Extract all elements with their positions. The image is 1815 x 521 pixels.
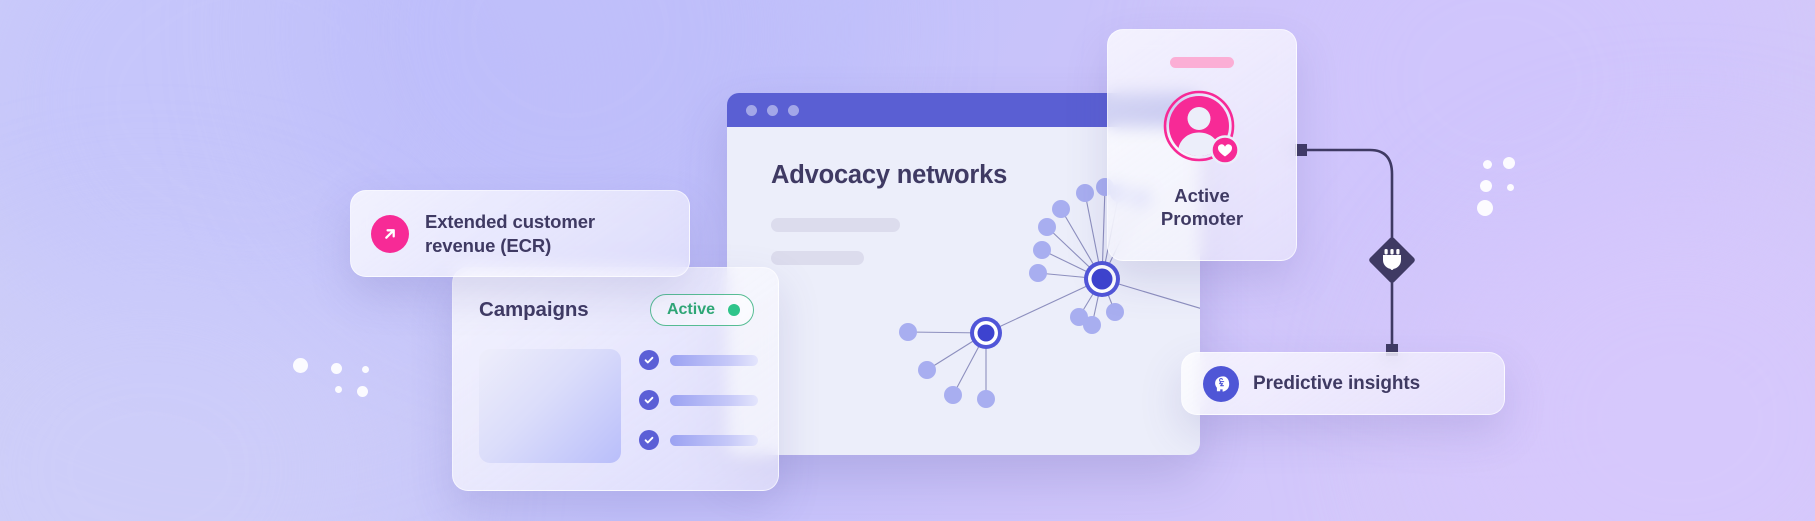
user-avatar-icon xyxy=(1163,90,1241,168)
brain-head-icon xyxy=(1203,365,1239,402)
graph-node-leaf[interactable] xyxy=(977,390,995,408)
list-item[interactable] xyxy=(639,430,758,450)
graph-node-leaf[interactable] xyxy=(944,386,962,404)
check-icon xyxy=(639,350,659,370)
decor-dot xyxy=(292,357,308,373)
background-blob xyxy=(0,240,410,521)
status-badge-label: Active xyxy=(666,301,715,318)
window-maximize-dot[interactable] xyxy=(788,104,799,116)
promoter-label-line-1: Active xyxy=(1174,185,1230,206)
extended-customer-revenue-card[interactable]: Extended customer revenue (ECR) xyxy=(350,190,690,277)
decor-dot xyxy=(356,385,368,397)
ecr-label-line-1: Extended customer xyxy=(425,211,595,233)
decor-dot xyxy=(1503,157,1515,169)
arrow-up-right-icon xyxy=(371,214,409,253)
illustration-stage: Advocacy networks Extended customer reve… xyxy=(0,0,1815,521)
graph-node-leaf[interactable] xyxy=(1083,316,1101,334)
active-promoter-card[interactable]: Active Promoter xyxy=(1107,29,1297,261)
window-minimize-dot[interactable] xyxy=(767,104,778,116)
campaigns-title: Campaigns xyxy=(479,298,589,321)
status-badge[interactable]: Active xyxy=(649,294,754,326)
decor-dot xyxy=(1482,159,1492,169)
campaigns-header: Campaigns Active xyxy=(479,294,754,326)
decor-dot xyxy=(334,385,342,393)
campaign-thumbnail-placeholder xyxy=(479,349,621,463)
plug-icon xyxy=(1383,249,1401,270)
background-blob xyxy=(1240,0,1760,320)
placeholder-bar xyxy=(670,434,758,446)
graph-node-leaf[interactable] xyxy=(1076,184,1094,202)
promoter-placeholder-pill xyxy=(1170,57,1234,68)
promoter-label-line-2: Promoter xyxy=(1160,207,1244,229)
campaign-checklist xyxy=(639,350,758,450)
ecr-label-line-2: revenue (ECR) xyxy=(425,234,552,256)
predictive-insights-card[interactable]: Predictive insights xyxy=(1181,352,1505,415)
status-indicator-dot xyxy=(728,304,740,316)
placeholder-bar xyxy=(670,354,758,366)
ecr-card-label: Extended customer revenue (ECR) xyxy=(425,210,595,256)
graph-node-leaf[interactable] xyxy=(899,323,917,341)
graph-node-leaf[interactable] xyxy=(1106,303,1124,321)
check-icon xyxy=(639,430,659,450)
graph-node-leaf[interactable] xyxy=(918,361,936,379)
window-close-dot[interactable] xyxy=(746,104,757,116)
background-blob xyxy=(1420,180,1815,521)
graph-node-leaf[interactable] xyxy=(1038,218,1056,236)
decor-dot xyxy=(330,362,342,374)
placeholder-bar xyxy=(670,394,758,406)
list-item[interactable] xyxy=(639,390,758,410)
decor-dot xyxy=(1506,183,1514,191)
list-item[interactable] xyxy=(639,350,758,370)
insights-card-label: Predictive insights xyxy=(1253,372,1421,394)
graph-hub-blue-hub-small[interactable] xyxy=(977,324,995,342)
decor-dot xyxy=(1480,180,1492,192)
graph-node-leaf[interactable] xyxy=(1052,200,1070,218)
graph-node-leaf[interactable] xyxy=(1029,264,1047,282)
plug-icon-node xyxy=(1369,237,1415,283)
graph-hub-blue-hub-large[interactable] xyxy=(1091,268,1113,290)
promoter-card-label: Active Promoter xyxy=(1161,185,1243,230)
campaigns-card: Campaigns Active xyxy=(452,267,779,491)
decor-dot xyxy=(361,365,369,373)
decor-dot xyxy=(1477,200,1493,216)
graph-node-leaf[interactable] xyxy=(1033,241,1051,259)
check-icon xyxy=(639,390,659,410)
